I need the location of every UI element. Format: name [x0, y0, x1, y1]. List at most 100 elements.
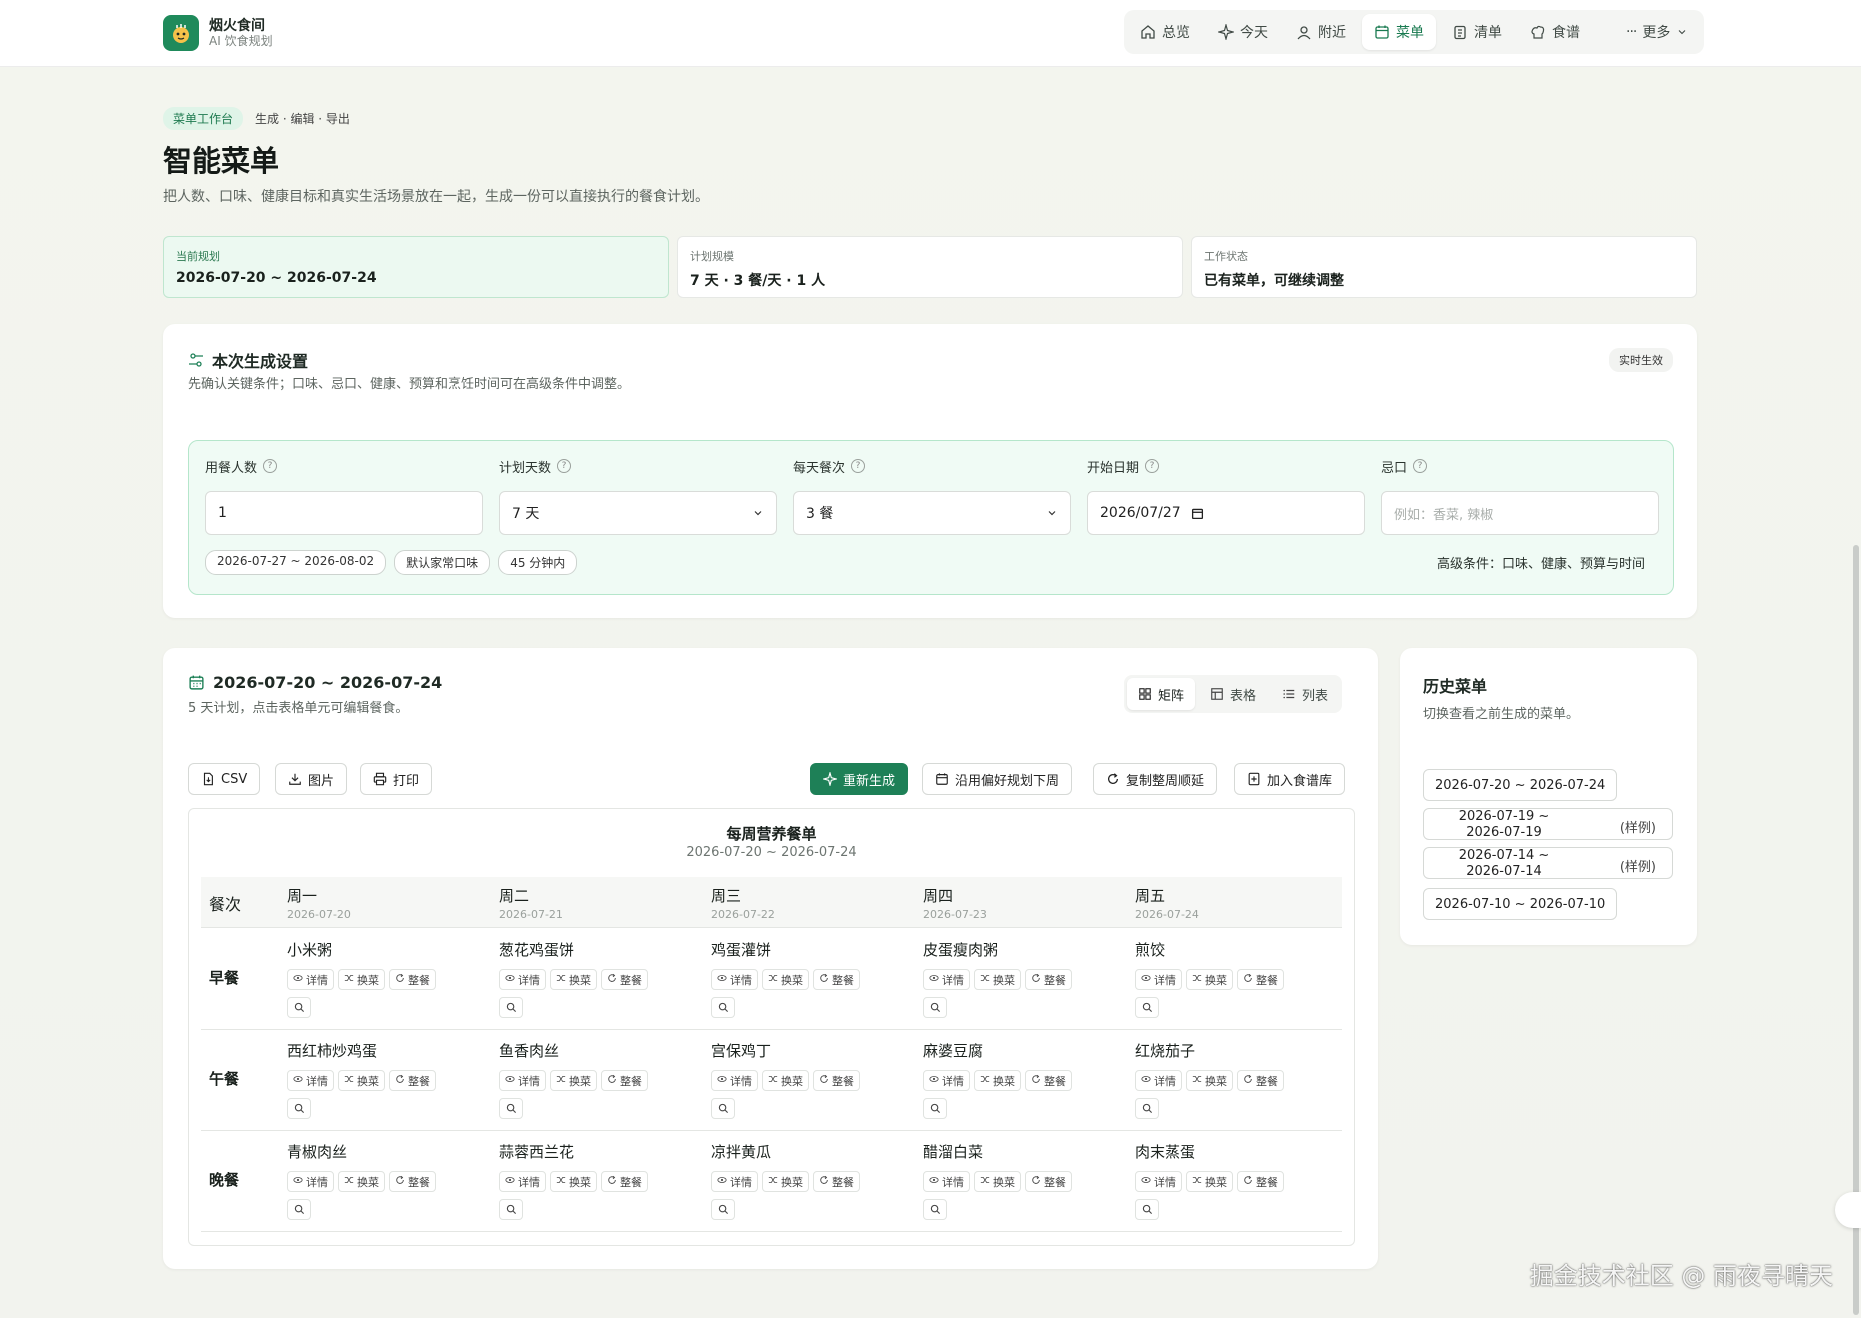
detail-button[interactable]: 详情 [711, 969, 758, 990]
swap-button[interactable]: 换菜 [1186, 1070, 1233, 1091]
dish-name[interactable]: 麻婆豆腐 [923, 1040, 1123, 1060]
detail-button[interactable]: 详情 [923, 1070, 970, 1091]
history-item[interactable]: 2026-07-10 ~ 2026-07-10 [1423, 888, 1618, 920]
detail-button[interactable]: 详情 [1135, 1171, 1182, 1192]
whole-meal-button[interactable]: 整餐 [1237, 1070, 1284, 1091]
dish-name[interactable]: 葱花鸡蛋饼 [499, 939, 699, 959]
view-matrix[interactable]: 矩阵 [1127, 678, 1196, 710]
dish-name[interactable]: 肉末蒸蛋 [1135, 1141, 1335, 1161]
search-dish-button[interactable] [499, 1098, 523, 1119]
print-button[interactable]: 打印 [360, 763, 433, 795]
whole-meal-button[interactable]: 整餐 [601, 1070, 648, 1091]
search-dish-button[interactable] [287, 997, 311, 1018]
swap-button[interactable]: 换菜 [974, 1070, 1021, 1091]
history-item[interactable]: 2026-07-19 ~ 2026-07-19 (样例) [1423, 808, 1673, 840]
diners-input[interactable]: 1 [205, 491, 483, 535]
detail-button[interactable]: 详情 [287, 1070, 334, 1091]
meal-cell[interactable]: 煎饺 详情 换菜 整餐 [1135, 939, 1335, 1018]
nav-today[interactable]: 今天 [1206, 14, 1280, 50]
meal-cell[interactable]: 青椒肉丝 详情 换菜 整餐 [287, 1141, 487, 1220]
help-icon[interactable]: ? [1413, 459, 1428, 473]
dish-name[interactable]: 皮蛋瘦肉粥 [923, 939, 1123, 959]
days-select[interactable]: 7 天 [499, 491, 777, 535]
help-icon[interactable]: ? [851, 459, 866, 473]
view-list[interactable]: 列表 [1271, 678, 1339, 710]
swap-button[interactable]: 换菜 [338, 969, 385, 990]
whole-meal-button[interactable]: 整餐 [389, 1171, 436, 1192]
search-dish-button[interactable] [1135, 1098, 1159, 1119]
dish-name[interactable]: 红烧茄子 [1135, 1040, 1335, 1060]
detail-button[interactable]: 详情 [499, 1070, 546, 1091]
avoid-input[interactable]: 例如：香菜, 辣椒 [1381, 491, 1659, 535]
dish-name[interactable]: 醋溜白菜 [923, 1141, 1123, 1161]
search-dish-button[interactable] [923, 1199, 947, 1220]
meal-cell[interactable]: 醋溜白菜 详情 换菜 整餐 [923, 1141, 1123, 1220]
nav-menu[interactable]: 菜单 [1362, 14, 1436, 50]
search-dish-button[interactable] [1135, 997, 1159, 1018]
swap-button[interactable]: 换菜 [1186, 969, 1233, 990]
meal-cell[interactable]: 葱花鸡蛋饼 详情 换菜 整餐 [499, 939, 699, 1018]
dish-name[interactable]: 西红柿炒鸡蛋 [287, 1040, 487, 1060]
nav-overview[interactable]: 总览 [1128, 14, 1202, 50]
meal-cell[interactable]: 小米粥 详情 换菜 整餐 [287, 939, 487, 1018]
dish-name[interactable]: 鱼香肉丝 [499, 1040, 699, 1060]
search-dish-button[interactable] [499, 1199, 523, 1220]
dish-name[interactable]: 凉拌黄瓜 [711, 1141, 911, 1161]
swap-button[interactable]: 换菜 [550, 1070, 597, 1091]
swap-button[interactable]: 换菜 [762, 1070, 809, 1091]
export-image-button[interactable]: 图片 [275, 763, 348, 795]
meal-cell[interactable]: 肉末蒸蛋 详情 换菜 整餐 [1135, 1141, 1335, 1220]
assistant-widget-icon[interactable] [1835, 1192, 1861, 1228]
copy-week-button[interactable]: 复制整周顺延 [1093, 763, 1218, 795]
meal-cell[interactable]: 西红柿炒鸡蛋 详情 换菜 整餐 [287, 1040, 487, 1119]
dish-name[interactable]: 宫保鸡丁 [711, 1040, 911, 1060]
export-csv-button[interactable]: CSV [188, 763, 261, 795]
detail-button[interactable]: 详情 [1135, 1070, 1182, 1091]
meal-cell[interactable]: 凉拌黄瓜 详情 换菜 整餐 [711, 1141, 911, 1220]
nav-recipes[interactable]: 食谱 [1518, 14, 1592, 50]
search-dish-button[interactable] [1135, 1199, 1159, 1220]
regenerate-button[interactable]: 重新生成 [810, 763, 909, 795]
search-dish-button[interactable] [287, 1199, 311, 1220]
nav-nearby[interactable]: 附近 [1284, 14, 1358, 50]
detail-button[interactable]: 详情 [711, 1070, 758, 1091]
meal-cell[interactable]: 蒜蓉西兰花 详情 换菜 整餐 [499, 1141, 699, 1220]
detail-button[interactable]: 详情 [499, 1171, 546, 1192]
advanced-conditions-link[interactable]: 高级条件：口味、健康、预算与时间 [1437, 553, 1645, 572]
history-item[interactable]: 2026-07-14 ~ 2026-07-14 (样例) [1423, 847, 1673, 879]
meal-cell[interactable]: 鱼香肉丝详情 换菜 整餐 [499, 1040, 699, 1119]
history-item[interactable]: 2026-07-20 ~ 2026-07-24 [1423, 769, 1618, 801]
detail-button[interactable]: 详情 [287, 1171, 334, 1192]
brand[interactable]: 烟火食间 AI 饮食规划 [163, 15, 273, 51]
help-icon[interactable]: ? [263, 459, 278, 473]
nav-list[interactable]: 清单 [1440, 14, 1514, 50]
whole-meal-button[interactable]: 整餐 [601, 969, 648, 990]
search-dish-button[interactable] [287, 1098, 311, 1119]
whole-meal-button[interactable]: 整餐 [1025, 1070, 1072, 1091]
calendar-icon[interactable] [1191, 507, 1204, 520]
whole-meal-button[interactable]: 整餐 [389, 1070, 436, 1091]
swap-button[interactable]: 换菜 [974, 969, 1021, 990]
whole-meal-button[interactable]: 整餐 [813, 1070, 860, 1091]
dish-name[interactable]: 煎饺 [1135, 939, 1335, 959]
search-dish-button[interactable] [711, 1098, 735, 1119]
detail-button[interactable]: 详情 [1135, 969, 1182, 990]
swap-button[interactable]: 换菜 [762, 969, 809, 990]
swap-button[interactable]: 换菜 [762, 1171, 809, 1192]
swap-button[interactable]: 换菜 [550, 969, 597, 990]
search-dish-button[interactable] [711, 1199, 735, 1220]
nav-more[interactable]: ··· 更多 [1614, 14, 1700, 50]
swap-button[interactable]: 换菜 [550, 1171, 597, 1192]
swap-button[interactable]: 换菜 [974, 1171, 1021, 1192]
detail-button[interactable]: 详情 [287, 969, 334, 990]
search-dish-button[interactable] [923, 997, 947, 1018]
search-dish-button[interactable] [923, 1098, 947, 1119]
plan-next-week-button[interactable]: 沿用偏好规划下周 [922, 763, 1073, 795]
detail-button[interactable]: 详情 [711, 1171, 758, 1192]
dish-name[interactable]: 鸡蛋灌饼 [711, 939, 911, 959]
add-library-button[interactable]: 加入食谱库 [1234, 763, 1346, 795]
detail-button[interactable]: 详情 [923, 969, 970, 990]
help-icon[interactable]: ? [1145, 459, 1160, 473]
whole-meal-button[interactable]: 整餐 [1237, 1171, 1284, 1192]
meal-cell[interactable]: 红烧茄子详情 换菜 整餐 [1135, 1040, 1335, 1119]
